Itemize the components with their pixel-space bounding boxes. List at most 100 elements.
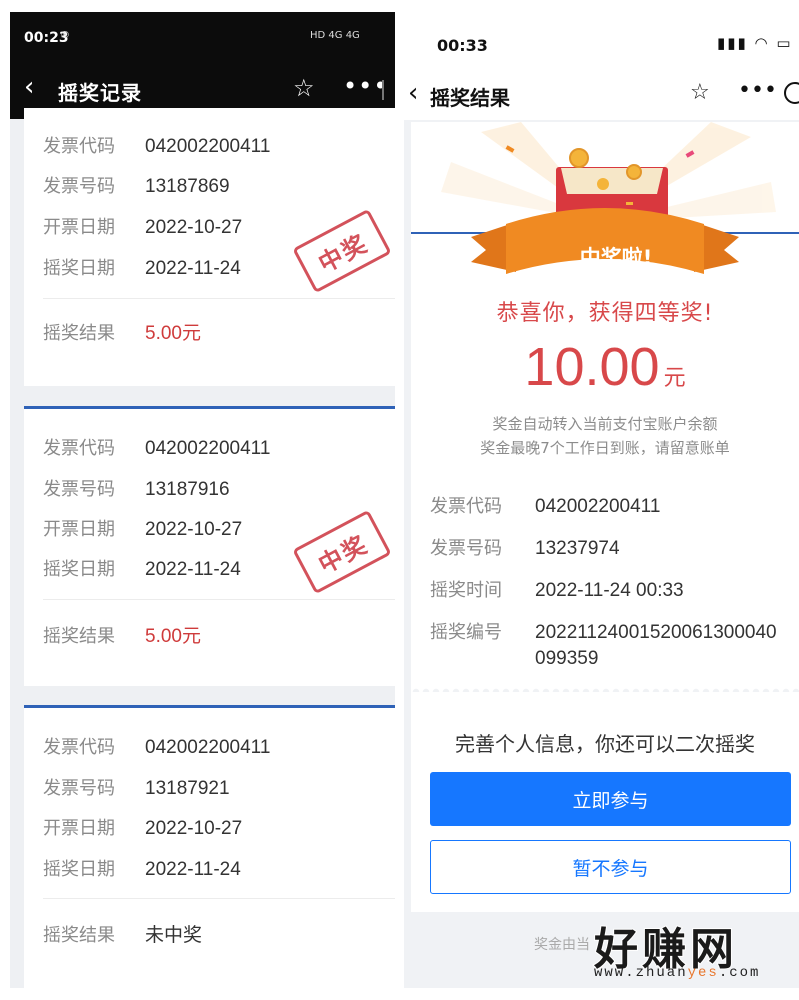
row-label: 发票代码 (43, 136, 115, 157)
back-icon[interactable]: ‹ (408, 80, 418, 106)
row-value: 13187921 (145, 778, 230, 799)
divider (43, 298, 395, 299)
detail-row: 发票号码 13237974 (430, 534, 620, 560)
signal-wifi-battery-icons: ▮▮▮ ◠ ▭ (717, 34, 793, 52)
back-icon[interactable]: ‹ (24, 74, 34, 100)
record-card: 发票代码 042002200411 发票号码 13187916 开票日期 2022-1… (24, 406, 395, 692)
row-label: 摇奖日期 (43, 859, 115, 880)
record-row: 摇奖日期 2022-11-24 (43, 555, 241, 581)
close-miniapp-icon[interactable] (784, 82, 799, 104)
divider (43, 898, 395, 899)
row-value: 2022-11-24 (145, 559, 241, 580)
status-bar: 00:33 ▮▮▮ ◠ ▭ (404, 12, 799, 70)
detail-value: 13237974 (535, 538, 620, 559)
row-label: 发票号码 (43, 176, 115, 197)
row-value: 2022-10-27 (145, 519, 243, 540)
detail-label: 发票代码 (430, 496, 502, 517)
record-row: 发票号码 13187869 (43, 172, 230, 198)
detail-value: 2022-11-24 00:33 (535, 580, 684, 601)
record-row: 摇奖日期 2022-11-24 (43, 855, 241, 881)
perforation-edge (24, 684, 395, 692)
favorite-star-icon[interactable]: ☆ (690, 80, 710, 105)
row-label: 发票号码 (43, 778, 115, 799)
win-ribbon-text: 中奖啦! (579, 246, 653, 270)
result-value: 5.00元 (145, 626, 201, 647)
record-row: 发票代码 042002200411 (43, 733, 270, 759)
record-row: 开票日期 2022-10-27 (43, 814, 242, 840)
row-value: 13187916 (145, 479, 230, 500)
status-time: 00:33 (437, 36, 488, 55)
row-value: 042002200411 (145, 438, 271, 459)
record-row: 发票号码 13187921 (43, 774, 230, 800)
url-part: www.zhuan (594, 965, 688, 981)
join-now-button[interactable]: 立即参与 (430, 772, 791, 826)
favorite-star-icon[interactable]: ☆ (293, 74, 315, 102)
detail-row: 摇奖编号 20221124001520061300040 (430, 618, 777, 644)
result-label: 摇奖结果 (43, 925, 115, 946)
result-value: 5.00元 (145, 323, 201, 344)
page-title: 摇奖结果 (430, 86, 510, 110)
row-value: 2022-11-24 (145, 859, 241, 880)
skip-button[interactable]: 暂不参与 (430, 840, 791, 894)
won-stamp: 中奖 (292, 208, 392, 294)
payout-note: 奖金最晚7个工作日到账，请留意账单 (480, 439, 730, 457)
lottery-records-screen: 00:23 ® HD 4G 4G ‹ 摇奖记录 ☆ ••• 发票代码 042002… (10, 12, 395, 988)
perforation-edge (411, 684, 799, 692)
detail-row: 发票代码 042002200411 (430, 492, 660, 518)
status-bar: 00:23 ® HD 4G 4G (10, 12, 395, 62)
detail-row: 摇奖时间 2022-11-24 00:33 (430, 576, 684, 602)
detail-value-continued: 099359 (535, 648, 599, 669)
row-label: 发票代码 (43, 737, 115, 758)
footer-text: 奖金由当 (534, 937, 590, 953)
signal-icons: HD 4G 4G (310, 30, 360, 41)
record-row: 摇奖日期 2022-11-24 (43, 254, 241, 280)
amount-unit: 元 (663, 366, 686, 391)
notification-icon: ® (60, 30, 70, 41)
row-value: 2022-10-27 (145, 818, 243, 839)
record-card: 发票代码 042002200411 发票号码 13187869 开票日期 2022-1… (24, 108, 395, 392)
url-part: .com (718, 965, 761, 981)
row-label: 发票代码 (43, 438, 115, 459)
row-value: 042002200411 (145, 737, 271, 758)
nav-bar: ‹ 摇奖结果 ☆ ••• (404, 70, 799, 120)
record-row: 发票代码 042002200411 (43, 434, 270, 460)
row-label: 摇奖日期 (43, 258, 115, 279)
result-card: 中奖啦! 恭喜你，获得四等奖! 10.00 元 奖金自动转入当前支付宝账户余额 奖… (411, 122, 799, 912)
detail-label: 摇奖时间 (430, 580, 502, 601)
page-title: 摇奖记录 (58, 81, 142, 105)
result-row: 摇奖结果 5.00元 (43, 318, 201, 345)
divider (43, 599, 395, 600)
result-row: 摇奖结果 未中奖 (43, 920, 202, 947)
result-value: 未中奖 (145, 925, 203, 946)
row-value: 042002200411 (145, 136, 271, 157)
row-label: 摇奖日期 (43, 559, 115, 580)
row-value: 13187869 (145, 176, 230, 197)
second-chance-text: 完善个人信息，你还可以二次摇奖 (455, 732, 755, 756)
record-row: 发票号码 13187916 (43, 475, 230, 501)
lottery-result-screen: 00:33 ▮▮▮ ◠ ▭ ‹ 摇奖结果 ☆ ••• 中奖啦! 恭喜你，获得四等… (404, 12, 799, 988)
row-label: 开票日期 (43, 818, 115, 839)
amount-value: 10.00 (524, 337, 660, 397)
detail-label: 摇奖编号 (430, 622, 502, 643)
result-label: 摇奖结果 (43, 626, 115, 647)
record-row: 发票代码 042002200411 (43, 132, 270, 158)
record-row: 开票日期 2022-10-27 (43, 515, 242, 541)
result-row: 摇奖结果 5.00元 (43, 621, 201, 648)
url-part: yes (687, 965, 719, 981)
payout-note: 奖金自动转入当前支付宝账户余额 (492, 415, 718, 433)
row-label: 发票号码 (43, 479, 115, 500)
row-label: 开票日期 (43, 519, 115, 540)
detail-label: 发票号码 (430, 538, 502, 559)
record-row: 开票日期 2022-10-27 (43, 213, 242, 239)
result-label: 摇奖结果 (43, 323, 115, 344)
perforation-edge (24, 384, 395, 392)
site-watermark-logo: 好赚网 www.zhuanyes.com (590, 913, 780, 983)
prize-amount: 10.00 元 (411, 336, 799, 398)
more-options-icon[interactable]: ••• (738, 78, 777, 103)
row-value: 2022-11-24 (145, 258, 241, 279)
congrats-text: 恭喜你，获得四等奖! (496, 301, 714, 326)
watermark-url: www.zhuanyes.com (594, 965, 760, 981)
detail-value: 20221124001520061300040 (535, 622, 777, 643)
record-card: 发票代码 042002200411 发票号码 13187921 开票日期 2022-1… (24, 705, 395, 988)
row-label: 开票日期 (43, 217, 115, 238)
